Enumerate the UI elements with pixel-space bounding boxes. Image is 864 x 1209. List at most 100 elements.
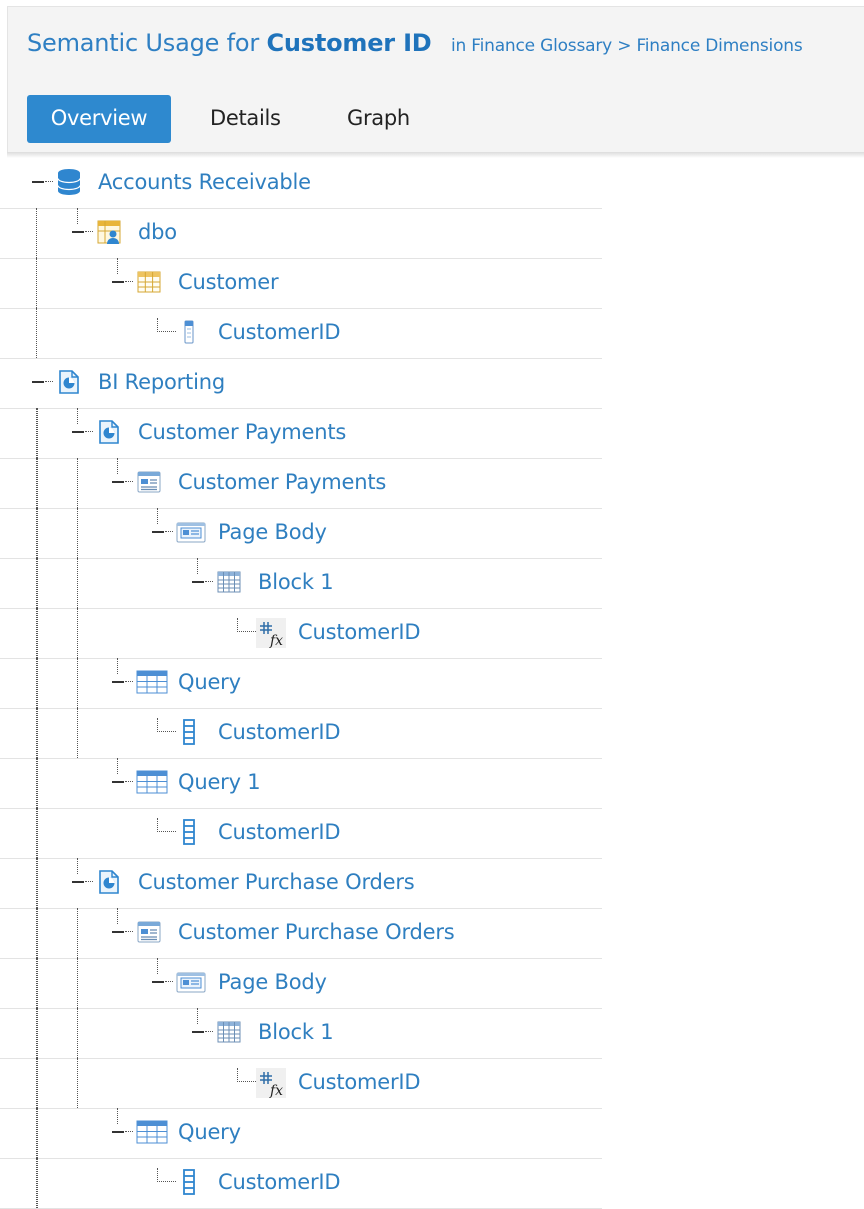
tree-node-label[interactable]: CustomerID <box>218 718 341 746</box>
tree-node-label[interactable]: dbo <box>138 218 177 246</box>
tree-connector <box>117 908 118 924</box>
report-page-icon <box>136 468 162 496</box>
tree-guide-line <box>37 958 38 1008</box>
tree-guide-line <box>37 808 38 858</box>
tree-row: Page Body <box>0 958 602 1009</box>
tree-node-label[interactable]: Query <box>178 1118 241 1146</box>
tree-connector <box>165 981 173 982</box>
tree-guide-line <box>37 858 38 908</box>
database-icon <box>56 168 82 196</box>
tree-guide-line <box>36 208 37 258</box>
tree-node-label[interactable]: Page Body <box>218 968 327 996</box>
query-column-icon <box>176 818 202 846</box>
collapse-toggle[interactable] <box>112 931 124 933</box>
tree-connector <box>77 208 78 224</box>
collapse-toggle[interactable] <box>72 431 84 433</box>
schema-icon <box>96 218 122 246</box>
tree-connector <box>117 658 118 674</box>
page-header: Semantic Usage for Customer ID in Financ… <box>7 6 864 155</box>
tree-node-label[interactable]: Page Body <box>218 518 327 546</box>
tree-connector <box>85 881 93 882</box>
report-folder-icon <box>56 368 82 396</box>
tab-details[interactable]: Details <box>210 95 281 143</box>
query-column-icon <box>176 718 202 746</box>
tree-node-label[interactable]: Customer Purchase Orders <box>138 868 415 896</box>
tree-node-label[interactable]: Customer Payments <box>178 468 386 496</box>
collapse-toggle[interactable] <box>152 531 164 533</box>
collapse-toggle[interactable] <box>152 981 164 983</box>
breadcrumb[interactable]: in Finance Glossary > Finance Dimensions <box>451 36 803 56</box>
tree-row: Page Body <box>0 508 602 559</box>
tree-row: Query 1 <box>0 758 602 809</box>
tree-row: Customer <box>0 258 602 309</box>
tree-guide-line <box>37 558 38 608</box>
collapse-toggle[interactable] <box>192 1031 204 1033</box>
tree-guide-line <box>36 608 37 658</box>
lineage-tree: Accounts Receivable dbo Customer CustomerID… <box>0 158 864 1209</box>
tree-node-label[interactable]: Customer <box>178 268 279 296</box>
tree-connector <box>157 818 176 832</box>
collapse-toggle[interactable] <box>112 781 124 783</box>
tree-connector <box>237 1068 256 1082</box>
collapse-toggle[interactable] <box>72 231 84 233</box>
tree-row: CustomerID <box>0 1158 602 1209</box>
tree-node-label[interactable]: Customer Purchase Orders <box>178 918 455 946</box>
tree-node-label[interactable]: CustomerID <box>218 818 341 846</box>
tree-node-label[interactable]: BI Reporting <box>98 368 225 396</box>
tree-node-label[interactable]: Block 1 <box>258 1018 334 1046</box>
tree-node-label[interactable]: CustomerID <box>298 1068 421 1096</box>
tree-row: Query <box>0 1108 602 1159</box>
collapse-toggle[interactable] <box>112 281 124 283</box>
tree-connector <box>85 431 93 432</box>
tree-connector <box>165 531 173 532</box>
tab-overview[interactable]: Overview <box>27 95 171 143</box>
tree-guide-line <box>36 958 37 1008</box>
tree-row: Customer Purchase Orders <box>0 858 602 909</box>
block-grid-icon <box>216 1018 242 1046</box>
tree-row: Query <box>0 658 602 709</box>
collapse-toggle[interactable] <box>72 881 84 883</box>
tree-node-label[interactable]: Query 1 <box>178 768 261 796</box>
tree-node-label[interactable]: Accounts Receivable <box>98 168 311 196</box>
tree-node-label[interactable]: CustomerID <box>218 318 341 346</box>
page-title: Semantic Usage for Customer ID in Financ… <box>27 29 803 57</box>
tree-guide-line <box>77 608 78 658</box>
tree-connector <box>125 281 133 282</box>
block-grid-icon <box>216 568 242 596</box>
tree-guide-line <box>37 408 38 458</box>
tree-row: Customer Payments <box>0 408 602 459</box>
tree-guide-line <box>77 1058 78 1108</box>
tree-row: CustomerID <box>0 308 602 359</box>
tree-guide-line <box>36 1108 37 1158</box>
tree-connector <box>237 618 256 632</box>
tree-node-label[interactable]: CustomerID <box>218 1168 341 1196</box>
report-icon <box>96 418 122 446</box>
page-body-icon <box>176 968 206 996</box>
tree-node-label[interactable]: CustomerID <box>298 618 421 646</box>
collapse-toggle[interactable] <box>32 381 44 383</box>
tree-node-label[interactable]: Customer Payments <box>138 418 346 446</box>
collapse-toggle[interactable] <box>112 481 124 483</box>
tree-row: Block 1 <box>0 558 602 609</box>
tree-connector <box>157 718 176 732</box>
tree-row: dbo <box>0 208 602 259</box>
collapse-toggle[interactable] <box>192 581 204 583</box>
tree-guide-line <box>36 258 37 308</box>
query-grid-icon <box>136 668 168 696</box>
tree-guide-line <box>36 858 37 908</box>
tree-guide-line <box>36 558 37 608</box>
tree-connector <box>117 458 118 474</box>
tree-guide-line <box>37 908 38 958</box>
tree-guide-line <box>36 908 37 958</box>
tree-connector <box>125 481 133 482</box>
tab-graph[interactable]: Graph <box>347 95 410 143</box>
collapse-toggle[interactable] <box>112 1131 124 1133</box>
tree-node-label[interactable]: Query <box>178 668 241 696</box>
tree-node-label[interactable]: Block 1 <box>258 568 334 596</box>
collapse-toggle[interactable] <box>32 181 44 183</box>
tree-guide-line <box>37 1158 38 1208</box>
tree-guide-line <box>37 708 38 758</box>
collapse-toggle[interactable] <box>112 681 124 683</box>
tree-row: Accounts Receivable <box>0 158 602 209</box>
tree-connector <box>157 1168 176 1182</box>
